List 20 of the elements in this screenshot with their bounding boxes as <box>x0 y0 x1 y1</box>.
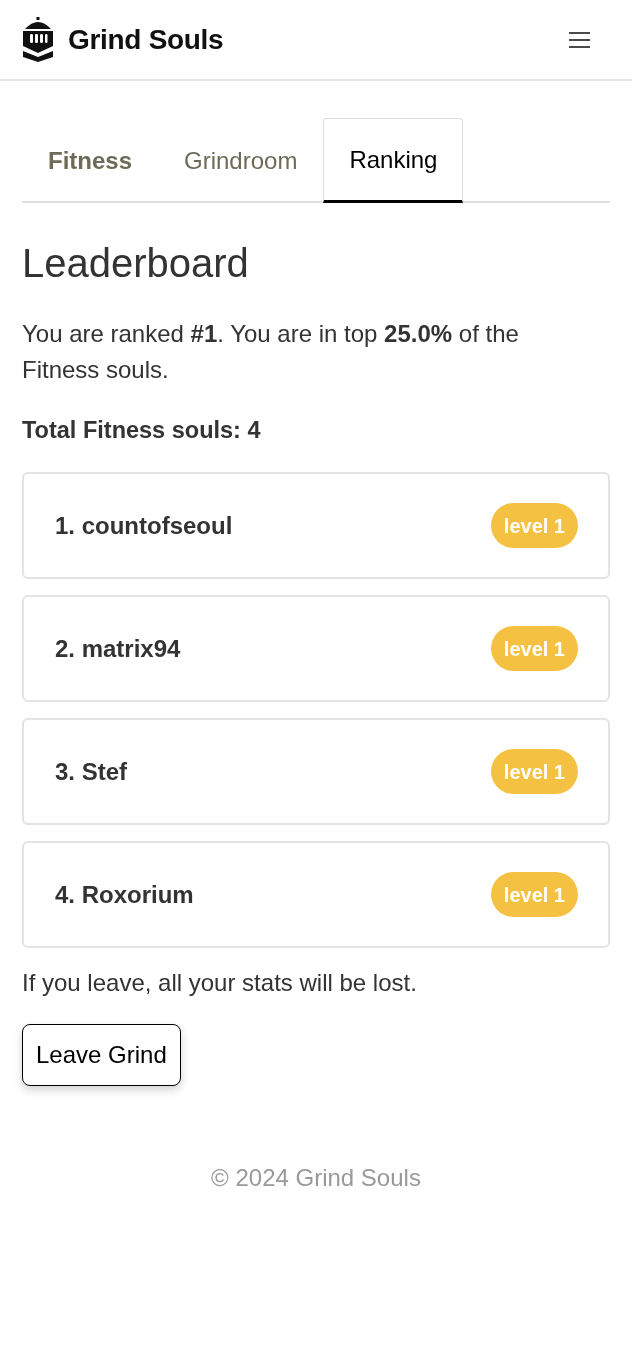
total-souls: Total Fitness souls: 4 <box>22 416 262 445</box>
leaderboard-heading: Leaderboard <box>22 240 250 287</box>
player-name: 2. matrix94 <box>55 633 181 664</box>
level-badge: level 1 <box>490 749 578 794</box>
copyright-text: © 2024 Grind Souls <box>210 1163 422 1193</box>
level-badge: level 1 <box>490 626 578 671</box>
rank-summary: You are ranked #1. You are in top 25.0% of the Fitness souls. <box>22 319 520 385</box>
player-name: 1. countofseoul <box>55 510 233 541</box>
level-badge: level 1 <box>490 872 578 917</box>
tab[interactable]: Grindroom <box>158 118 324 203</box>
site-title[interactable]: Grind Souls <box>68 18 224 61</box>
menu-icon[interactable] <box>569 31 590 48</box>
leave-warning: If you leave, all your stats will be lost. <box>22 968 418 998</box>
tab[interactable]: Fitness <box>22 118 159 203</box>
helmet-logo-icon <box>22 17 54 62</box>
leave-grind-button[interactable]: Leave Grind <box>22 1024 181 1086</box>
player-name: 4. Roxorium <box>55 879 194 910</box>
level-badge: level 1 <box>490 503 578 548</box>
player-name: 3. Stef <box>55 756 128 787</box>
tab[interactable]: Ranking <box>323 118 464 203</box>
